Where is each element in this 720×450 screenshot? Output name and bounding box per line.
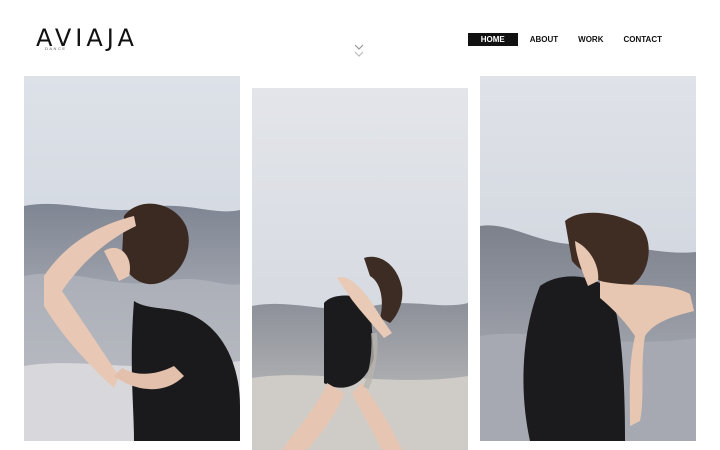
gallery-photo-3[interactable] — [480, 76, 696, 441]
main-nav: HOME ABOUT WORK CONTACT — [467, 33, 672, 46]
nav-work[interactable]: WORK — [568, 33, 613, 46]
gallery-photo-2[interactable] — [252, 88, 468, 450]
logo-tagline: DANCE — [45, 46, 67, 51]
nav-contact[interactable]: CONTACT — [613, 33, 672, 46]
logo[interactable]: AVIAJA — [36, 26, 150, 56]
double-chevron-down-icon[interactable] — [353, 43, 365, 59]
nav-about[interactable]: ABOUT — [520, 33, 568, 46]
gallery-photo-1[interactable] — [24, 76, 240, 441]
nav-home[interactable]: HOME — [467, 33, 518, 46]
